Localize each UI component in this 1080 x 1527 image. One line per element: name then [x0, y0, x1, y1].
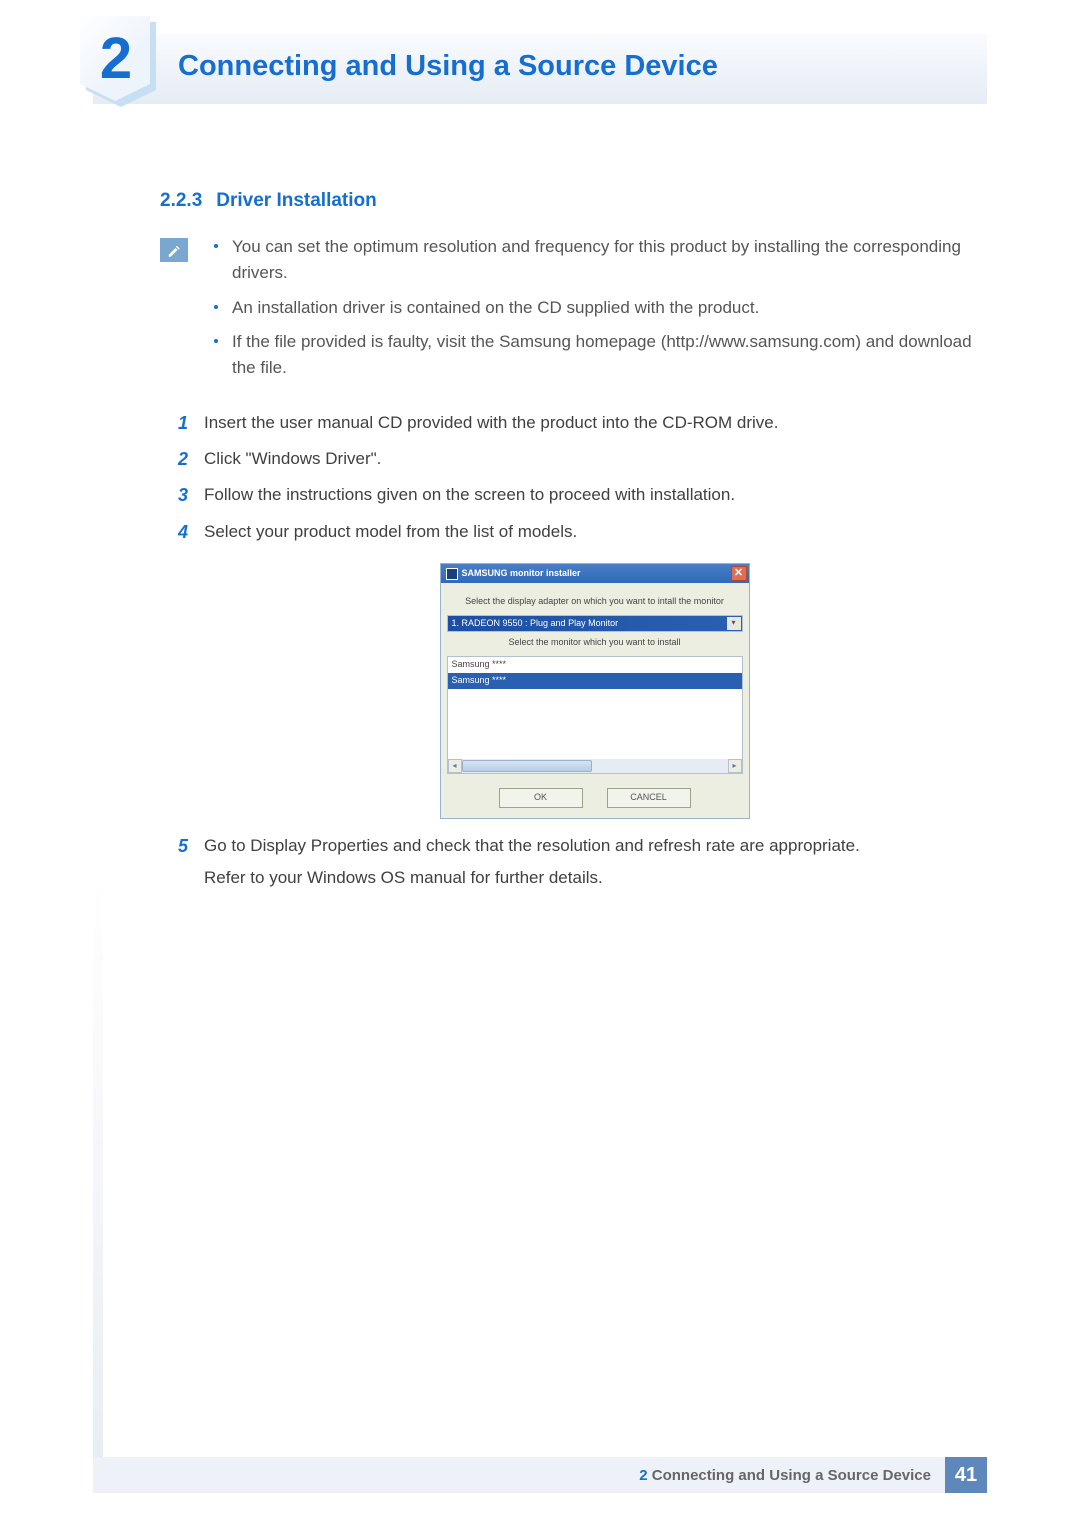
footer-chapter-number: 2 [639, 1467, 647, 1484]
dialog-title: SAMSUNG monitor installer [462, 567, 581, 581]
dialog-titlebar: SAMSUNG monitor installer ✕ [441, 564, 749, 583]
note-icon [160, 238, 188, 262]
step-number: 2 [178, 446, 188, 474]
section-heading: 2.2.3 Driver Installation [160, 190, 985, 212]
chapter-header: 2 Connecting and Using a Source Device [80, 16, 1000, 111]
note-bullet: If the file provided is faulty, visit th… [208, 329, 985, 382]
monitor-label: Select the monitor which you want to ins… [447, 636, 743, 650]
scroll-left-icon[interactable]: ◂ [448, 759, 462, 773]
adapter-label: Select the display adapter on which you … [447, 595, 743, 609]
step-item: 5 Go to Display Properties and check tha… [178, 833, 985, 892]
horizontal-scrollbar[interactable]: ◂ ▸ [448, 759, 742, 773]
scroll-right-icon[interactable]: ▸ [728, 759, 742, 773]
step-item: 4 Select your product model from the lis… [178, 519, 985, 819]
step-number: 5 [178, 833, 188, 861]
footer-chapter-title: Connecting and Using a Source Device [652, 1467, 931, 1484]
section-title: Driver Installation [216, 190, 377, 211]
step-text: Go to Display Properties and check that … [204, 836, 860, 855]
step-text: Follow the instructions given on the scr… [204, 485, 735, 504]
step-after-text: Refer to your Windows OS manual for furt… [204, 865, 985, 891]
step-number: 3 [178, 482, 188, 510]
steps-list: 1 Insert the user manual CD provided wit… [178, 410, 985, 892]
note-bullet: You can set the optimum resolution and f… [208, 234, 985, 287]
step-number: 1 [178, 410, 188, 438]
note-block: You can set the optimum resolution and f… [160, 234, 985, 390]
section-number: 2.2.3 [160, 190, 202, 211]
step-number: 4 [178, 519, 188, 547]
close-icon: ✕ [734, 568, 743, 579]
list-item[interactable]: Samsung **** [448, 657, 742, 673]
scrollbar-thumb[interactable] [462, 760, 592, 772]
chevron-down-icon: ▾ [727, 617, 741, 630]
chapter-number: 2 [100, 25, 130, 92]
step-text: Insert the user manual CD provided with … [204, 413, 778, 432]
footer-chapter-ref: 2 Connecting and Using a Source Device [639, 1467, 931, 1484]
note-bullet: An installation driver is contained on t… [208, 295, 985, 321]
display-adapter-combo[interactable]: 1. RADEON 9550 : Plug and Play Monitor ▾ [447, 615, 743, 632]
step-item: 2 Click "Windows Driver". [178, 446, 985, 472]
ok-button[interactable]: OK [499, 788, 583, 808]
close-button[interactable]: ✕ [731, 566, 747, 581]
step-text: Select your product model from the list … [204, 522, 577, 541]
app-icon [446, 568, 458, 580]
page-footer: 2 Connecting and Using a Source Device 4… [93, 1457, 987, 1493]
monitor-listbox[interactable]: Samsung **** Samsung **** ◂ ▸ [447, 656, 743, 774]
step-text: Click "Windows Driver". [204, 449, 381, 468]
decorative-left-glow [93, 873, 103, 1493]
chapter-badge: 2 [80, 16, 150, 111]
installer-dialog: SAMSUNG monitor installer ✕ Select the d… [440, 563, 750, 819]
chapter-title: Connecting and Using a Source Device [178, 50, 718, 83]
combo-value: 1. RADEON 9550 : Plug and Play Monitor [452, 617, 619, 631]
page-number: 41 [945, 1457, 987, 1493]
step-item: 1 Insert the user manual CD provided wit… [178, 410, 985, 436]
step-item: 3 Follow the instructions given on the s… [178, 482, 985, 508]
list-item[interactable]: Samsung **** [448, 673, 742, 689]
installer-dialog-screenshot: SAMSUNG monitor installer ✕ Select the d… [440, 563, 750, 819]
cancel-button[interactable]: CANCEL [607, 788, 691, 808]
